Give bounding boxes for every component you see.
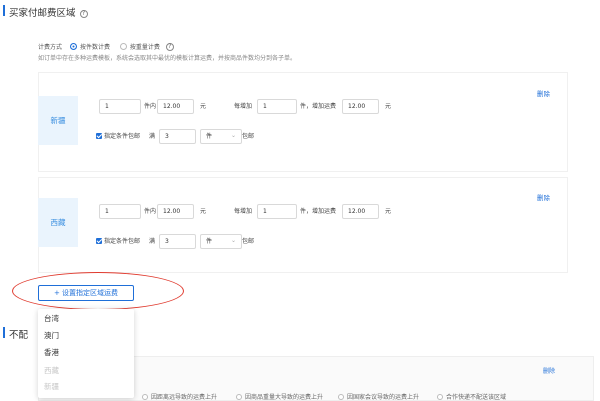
radio-by-weight[interactable]: 按重量计费 [119,43,160,51]
add-fee-input-2[interactable]: 12.00 [342,204,379,219]
reason-option-4[interactable]: 合作快递不配送该区域 [437,392,506,401]
radio-off-icon [142,394,148,400]
first-unit-label-1: 件内 [144,103,157,110]
radio-off-icon [437,394,443,400]
reason-option-1-label: 因距离远导致的运费上升 [151,394,218,401]
dropdown-item-hongkong[interactable]: 香港 [44,347,59,358]
add-qty-input-2[interactable]: 1 [257,204,297,219]
yuan-label-2a: 元 [200,208,207,215]
free-ship-checkbox-1[interactable] [96,133,102,139]
each-add-label-1: 每增加 [234,103,253,110]
section-title-text: 买家付邮费区域 [9,8,76,19]
free-ship-checkbox-2[interactable] [96,238,102,244]
delete-link-2[interactable]: 删除 [537,192,550,202]
rule-card-2 [38,177,568,273]
first-fee-input-2[interactable]: 12.00 [157,204,194,219]
free-suffix-label-1: 包邮 [242,133,255,140]
radio-off-icon [119,43,127,50]
free-suffix-label-2: 包邮 [242,238,255,245]
radio-by-count[interactable]: 按件数计费 [69,43,110,51]
first-fee-input-1[interactable]: 12.00 [157,99,194,114]
add-fee-label-1: 件，增加运费 [300,103,337,110]
first-unit-label-2: 件内 [144,208,157,215]
radio-on-icon [69,43,77,50]
dropdown-item-macau[interactable]: 澳门 [44,330,59,341]
first-qty-input-2[interactable]: 1 [99,204,141,219]
free-ship-label-1: 指定条件包邮 [104,133,141,140]
section-accent-bar [3,5,5,16]
highlight-oval [12,272,184,310]
radio-by-count-label: 按件数计费 [79,44,110,51]
help-icon[interactable]: ? [79,10,88,18]
dropdown-item-taiwan[interactable]: 台湾 [44,313,59,324]
bottom-delete-link[interactable]: 删除 [543,366,555,375]
reason-option-2-label: 因商品重量大导致的运费上升 [245,394,324,401]
radio-off-icon [338,394,344,400]
region-label-1: 新疆 [38,96,78,145]
section2-title: 不配 [9,330,29,341]
full-label-2: 满 [149,238,156,245]
radio-by-weight-label: 按重量计费 [129,44,160,51]
dropdown-item-xinjiang: 新疆 [44,382,59,391]
full-qty-input-1[interactable]: 3 [159,129,196,144]
reason-option-1[interactable]: 因距离远导致的运费上升 [142,392,217,401]
section-title: 买家付邮费区域? [9,5,88,19]
delete-link-1[interactable]: 删除 [537,88,550,98]
billing-help-icon[interactable]: ? [165,43,174,51]
add-qty-input-1[interactable]: 1 [257,99,297,114]
yuan-label-2b: 元 [385,208,392,215]
yuan-label-1b: 元 [385,103,392,110]
full-label-1: 满 [149,133,156,140]
free-ship-label-2: 指定条件包邮 [104,238,141,245]
each-add-label-2: 每增加 [234,208,253,215]
chevron-down-icon: ⌄ [231,132,237,139]
full-qty-input-2[interactable]: 3 [159,234,196,249]
reason-option-4-label: 合作快递不配送该区域 [446,394,507,401]
section2-accent-bar [3,327,5,338]
region-label-2: 西藏 [38,198,78,247]
radio-off-icon [236,394,242,400]
dropdown-item-tibet: 西藏 [44,366,59,375]
region-dropdown: 台湾 澳门 香港 西藏 新疆 [38,309,134,398]
yuan-label-1a: 元 [200,103,207,110]
reason-option-2[interactable]: 因商品重量大导致的运费上升 [236,392,323,401]
chevron-down-icon: ⌄ [231,237,237,244]
add-fee-input-1[interactable]: 12.00 [342,99,379,114]
reason-option-3-label: 因国家会议导致的运费上升 [347,394,420,401]
billing-method-label: 计费方式 [38,44,63,51]
rule-card-1 [38,72,568,172]
reason-option-3[interactable]: 因国家会议导致的运费上升 [338,392,419,401]
billing-note: 如订单中存在多种运费模板，系统会选取其中最优的模板计算运费，并按商品件数均分到各… [38,55,297,62]
billing-method-row: 计费方式 按件数计费 按重量计费 ? [38,42,174,51]
first-qty-input-1[interactable]: 1 [99,99,141,114]
add-fee-label-2: 件，增加运费 [300,208,337,215]
